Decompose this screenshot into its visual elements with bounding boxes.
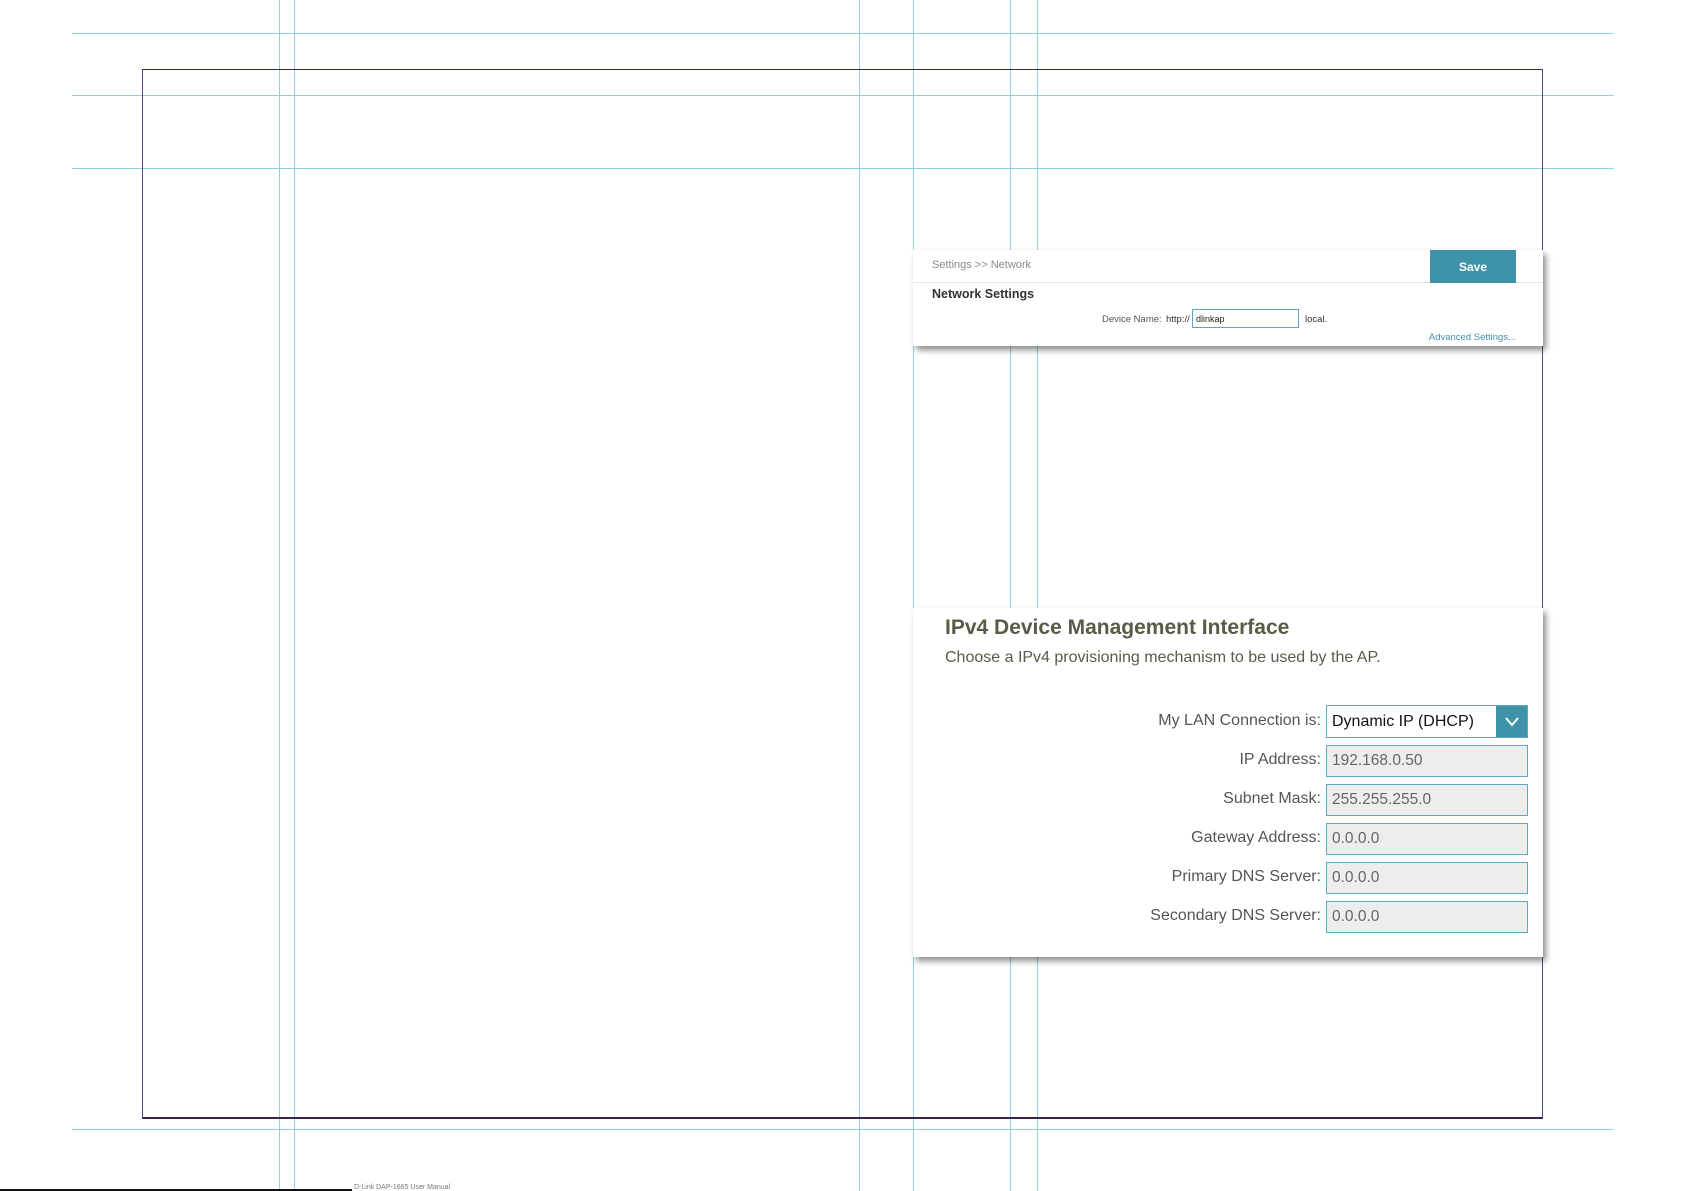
panel-subtitle: Choose a IPv4 provisioning mechanism to … (945, 649, 1381, 666)
page-frame (142, 69, 1543, 1119)
lan-connection-select[interactable]: Dynamic IP (DHCP) (1326, 705, 1528, 738)
guide-line (72, 1129, 1614, 1130)
secondary-dns-label: Secondary DNS Server: (1150, 907, 1321, 924)
save-button[interactable]: Save (1430, 250, 1516, 283)
secondary-dns-field[interactable]: 0.0.0.0 (1326, 901, 1528, 933)
panel-topbar: Settings >> Network Save (913, 250, 1543, 283)
url-prefix: http:// (1166, 314, 1190, 325)
lan-connection-value: Dynamic IP (DHCP) (1332, 713, 1474, 730)
lan-connection-label: My LAN Connection is: (1158, 712, 1321, 729)
ipv4-management-panel: IPv4 Device Management Interface Choose … (913, 608, 1543, 957)
device-name-input[interactable] (1192, 309, 1299, 328)
subnet-mask-field[interactable]: 255.255.255.0 (1326, 784, 1528, 816)
subnet-mask-label: Subnet Mask: (1223, 790, 1321, 807)
breadcrumb[interactable]: Settings >> Network (932, 259, 1031, 271)
url-suffix: local. (1305, 314, 1328, 325)
primary-dns-label: Primary DNS Server: (1171, 868, 1321, 885)
primary-dns-field[interactable]: 0.0.0.0 (1326, 862, 1528, 894)
chevron-down-icon[interactable] (1496, 706, 1527, 737)
network-settings-panel: Settings >> Network Save Network Setting… (913, 250, 1543, 346)
section-heading: Network Settings (932, 287, 1035, 301)
ip-address-field[interactable]: 192.168.0.50 (1326, 745, 1528, 777)
panel-title: IPv4 Device Management Interface (945, 616, 1290, 639)
gateway-address-field[interactable]: 0.0.0.0 (1326, 823, 1528, 855)
guide-line (72, 33, 1614, 34)
gateway-address-label: Gateway Address: (1191, 829, 1321, 846)
advanced-settings-link[interactable]: Advanced Settings... (1429, 332, 1516, 343)
footer-text: D-Link DAP-1665 User Manual (354, 1184, 451, 1191)
ip-address-label: IP Address: (1239, 751, 1321, 768)
device-name-label: Device Name: (1102, 314, 1162, 325)
